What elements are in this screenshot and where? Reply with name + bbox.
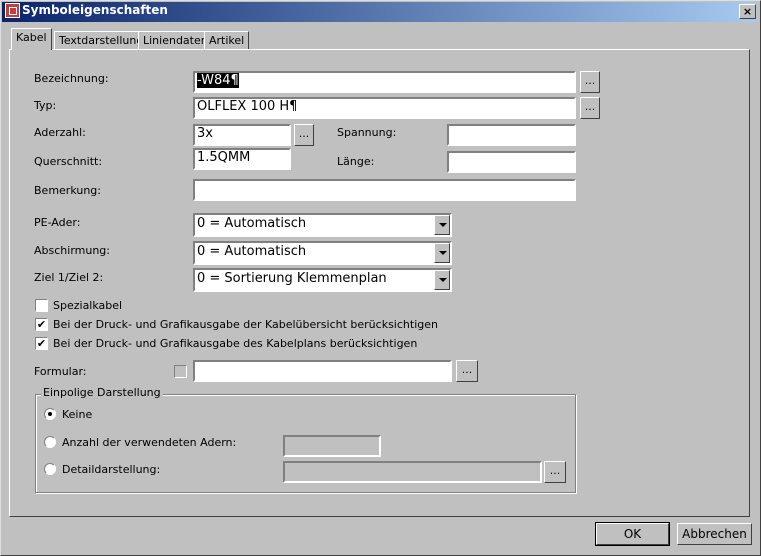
typ-label: Typ: bbox=[34, 99, 57, 112]
aderzahl-label: Aderzahl: bbox=[34, 126, 86, 139]
spannung-field[interactable] bbox=[447, 124, 576, 146]
bezeichnung-label: Bezeichnung: bbox=[34, 72, 109, 85]
close-button[interactable]: × bbox=[739, 4, 756, 19]
check-icon: ✔ bbox=[36, 318, 47, 331]
cancel-button[interactable]: Abbrechen bbox=[677, 523, 752, 545]
tab-artikel[interactable]: Artikel bbox=[204, 31, 250, 50]
radio-keine[interactable] bbox=[44, 408, 56, 420]
app-icon bbox=[5, 3, 20, 18]
radio-keine-label: Keine bbox=[62, 408, 93, 421]
chevron-down-icon[interactable] bbox=[434, 270, 450, 290]
kabeluebersicht-label: Bei der Druck- und Grafikausgabe der Kab… bbox=[53, 318, 438, 331]
bemerkung-label: Bemerkung: bbox=[34, 184, 101, 197]
ziel-label: Ziel 1/Ziel 2: bbox=[34, 271, 104, 284]
formular-browse-button[interactable]: ... bbox=[456, 360, 478, 382]
bemerkung-field[interactable] bbox=[193, 179, 576, 201]
pe-ader-select[interactable]: 0 = Automatisch bbox=[193, 213, 452, 237]
detaildarstellung-field bbox=[283, 461, 542, 483]
tab-textdarstellung[interactable]: Textdarstellung bbox=[54, 31, 149, 50]
bezeichnung-browse-button[interactable]: ... bbox=[580, 71, 600, 93]
tab-liniendaten[interactable]: Liniendaten bbox=[138, 31, 213, 50]
anzahl-adern-field bbox=[283, 435, 381, 457]
ok-button[interactable]: OK bbox=[595, 522, 670, 546]
formular-label: Formular: bbox=[34, 365, 87, 378]
radio-detail-label: Detaildarstellung: bbox=[62, 463, 161, 476]
kabelplans-label: Bei der Druck- und Grafikausgabe des Kab… bbox=[53, 337, 418, 350]
bezeichnung-value: -W84¶ bbox=[197, 73, 239, 88]
ziel-select[interactable]: 0 = Sortierung Klemmenplan bbox=[193, 268, 452, 292]
spezialkabel-label: Spezialkabel bbox=[53, 299, 123, 312]
check-icon: ✔ bbox=[36, 337, 47, 350]
ziel-value: 0 = Sortierung Klemmenplan bbox=[197, 271, 387, 286]
detail-browse-button[interactable]: ... bbox=[544, 461, 566, 483]
abschirmung-value: 0 = Automatisch bbox=[197, 244, 307, 259]
pe-ader-value: 0 = Automatisch bbox=[197, 216, 307, 231]
chevron-down-icon[interactable] bbox=[434, 243, 450, 263]
radio-anzahl[interactable] bbox=[44, 436, 56, 448]
kabelplans-checkbox[interactable]: ✔ bbox=[35, 337, 48, 350]
tab-kabel[interactable]: Kabel bbox=[11, 28, 52, 50]
querschnitt-field[interactable]: 1.5QMM bbox=[193, 148, 291, 170]
chevron-down-icon[interactable] bbox=[434, 215, 450, 235]
pe-ader-label: PE-Ader: bbox=[34, 216, 81, 229]
kabeluebersicht-checkbox[interactable]: ✔ bbox=[35, 318, 48, 331]
abschirmung-label: Abschirmung: bbox=[34, 244, 110, 257]
laenge-label: Länge: bbox=[337, 155, 375, 168]
laenge-field[interactable] bbox=[447, 151, 576, 173]
querschnitt-label: Querschnitt: bbox=[34, 155, 103, 168]
formular-field[interactable] bbox=[193, 360, 452, 382]
window-title: Symboleigenschaften bbox=[22, 3, 168, 17]
aderzahl-field[interactable]: 3x bbox=[193, 124, 291, 146]
spannung-label: Spannung: bbox=[337, 126, 397, 139]
radio-anzahl-label: Anzahl der verwendeten Adern: bbox=[62, 436, 237, 449]
abschirmung-select[interactable]: 0 = Automatisch bbox=[193, 241, 452, 265]
einpolige-title: Einpolige Darstellung bbox=[41, 386, 163, 399]
formular-checkbox[interactable] bbox=[174, 365, 187, 378]
typ-browse-button[interactable]: ... bbox=[580, 97, 600, 119]
typ-field[interactable]: ÖLFLEX 100 H¶ bbox=[193, 97, 576, 119]
radio-detail[interactable] bbox=[44, 463, 56, 475]
spezialkabel-checkbox[interactable] bbox=[35, 299, 48, 312]
aderzahl-browse-button[interactable]: ... bbox=[294, 124, 314, 146]
bezeichnung-field[interactable]: -W84¶ bbox=[193, 71, 576, 93]
